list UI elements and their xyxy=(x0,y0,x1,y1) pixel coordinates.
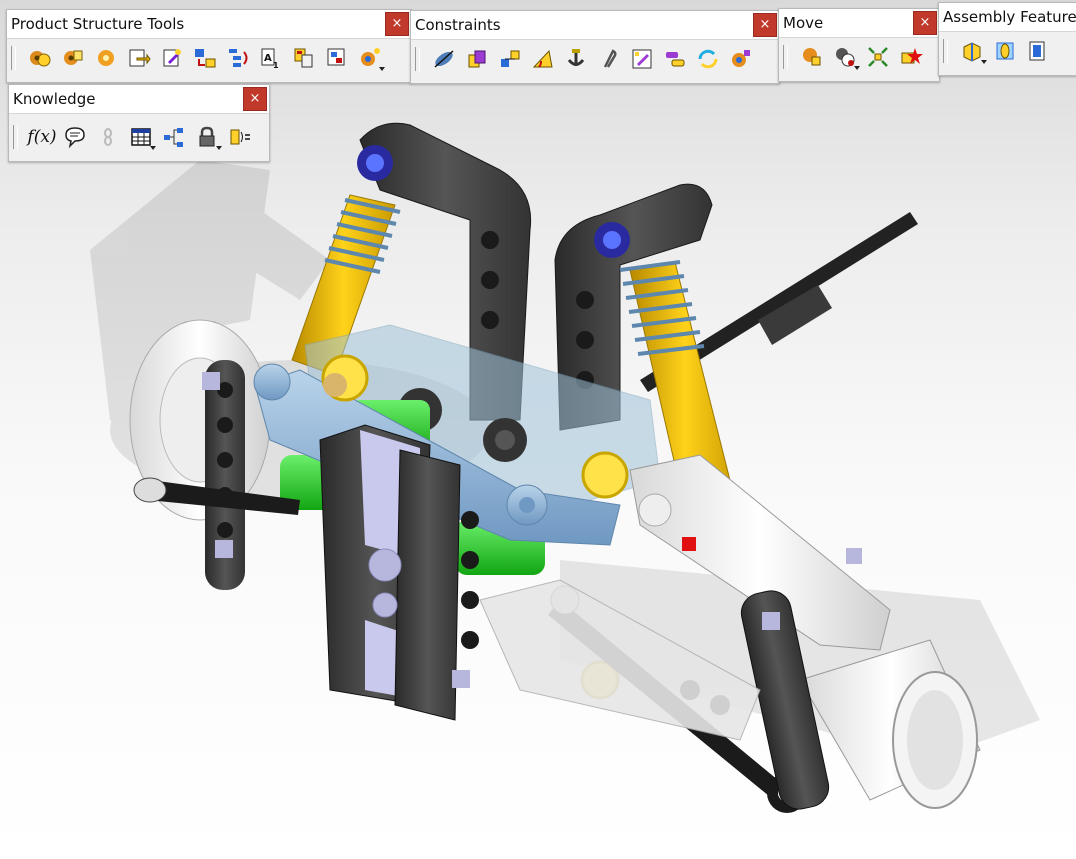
snap-icon[interactable] xyxy=(830,42,860,72)
fix-together-icon[interactable] xyxy=(594,44,624,74)
angle-icon[interactable] xyxy=(528,44,558,74)
toolbar-title: Assembly Features xyxy=(939,3,1076,32)
hole-icon[interactable] xyxy=(990,36,1020,66)
pocket-icon[interactable] xyxy=(1023,36,1053,66)
formula-label: f(x) xyxy=(27,127,57,147)
knowledge-toolbar[interactable]: Knowledge × f(x) xyxy=(8,84,270,162)
contact-icon[interactable] xyxy=(462,44,492,74)
svg-text:A: A xyxy=(264,53,272,64)
split-icon[interactable] xyxy=(957,36,987,66)
dropdown-arrow-icon[interactable] xyxy=(379,67,385,71)
part-icon[interactable] xyxy=(91,43,121,73)
stop-manipulate-icon[interactable] xyxy=(896,42,926,72)
front-frame xyxy=(319,424,479,721)
close-button[interactable]: × xyxy=(753,13,777,37)
multi-instantiation-icon[interactable] xyxy=(355,43,385,73)
knowledge-tree-icon[interactable] xyxy=(159,122,189,152)
toolbar-grip[interactable] xyxy=(943,39,948,63)
formula-icon[interactable]: f(x) xyxy=(27,122,57,152)
toolbar-grip[interactable] xyxy=(783,45,788,69)
toolbar-title: Knowledge xyxy=(9,85,269,114)
existing-component-icon[interactable] xyxy=(124,43,154,73)
generate-numbering-icon[interactable]: A1 xyxy=(256,43,286,73)
lock-icon[interactable] xyxy=(192,122,222,152)
close-button[interactable]: × xyxy=(385,12,409,36)
dropdown-arrow-icon[interactable] xyxy=(216,146,222,150)
constraints-toolbar[interactable]: Constraints × xyxy=(410,10,780,84)
move-toolbar[interactable]: Move × xyxy=(778,8,940,82)
offset-icon[interactable] xyxy=(495,44,525,74)
manage-representations-icon[interactable] xyxy=(322,43,352,73)
left-vertical-beam xyxy=(202,360,245,590)
close-button[interactable]: × xyxy=(913,11,937,35)
dropdown-arrow-icon[interactable] xyxy=(854,66,860,70)
quick-constraint-icon[interactable] xyxy=(627,44,657,74)
dropdown-arrow-icon[interactable] xyxy=(150,146,156,150)
component-icon[interactable] xyxy=(25,43,55,73)
product-structure-tools-toolbar[interactable]: Product Structure Tools × A1 xyxy=(6,9,412,83)
selective-load-icon[interactable] xyxy=(289,43,319,73)
comment-icon[interactable] xyxy=(60,122,90,152)
design-table-icon[interactable] xyxy=(126,122,156,152)
toolbar-title: Product Structure Tools xyxy=(7,10,411,39)
graph-tree-reordering-icon[interactable] xyxy=(223,43,253,73)
explode-icon[interactable] xyxy=(863,42,893,72)
coincidence-icon[interactable] xyxy=(429,44,459,74)
toolbar-grip[interactable] xyxy=(13,125,18,149)
existing-component-positioning-icon[interactable] xyxy=(157,43,187,73)
toolbar-title: Constraints xyxy=(411,11,779,40)
rule-icon xyxy=(93,122,123,152)
toolbar-grip[interactable] xyxy=(415,47,420,71)
close-button[interactable]: × xyxy=(243,87,267,111)
dropdown-arrow-icon[interactable] xyxy=(981,60,987,64)
assembly-features-toolbar[interactable]: Assembly Features xyxy=(938,2,1076,76)
svg-text:1: 1 xyxy=(273,61,279,70)
toolbar-grip[interactable] xyxy=(11,46,16,70)
manipulation-icon[interactable] xyxy=(797,42,827,72)
change-constraint-icon[interactable] xyxy=(693,44,723,74)
replace-component-icon[interactable] xyxy=(190,43,220,73)
equivalent-dimensions-icon[interactable] xyxy=(225,122,255,152)
reuse-pattern-icon[interactable] xyxy=(726,44,756,74)
product-icon[interactable] xyxy=(58,43,88,73)
fix-icon[interactable] xyxy=(561,44,591,74)
flexible-rigid-icon[interactable] xyxy=(660,44,690,74)
